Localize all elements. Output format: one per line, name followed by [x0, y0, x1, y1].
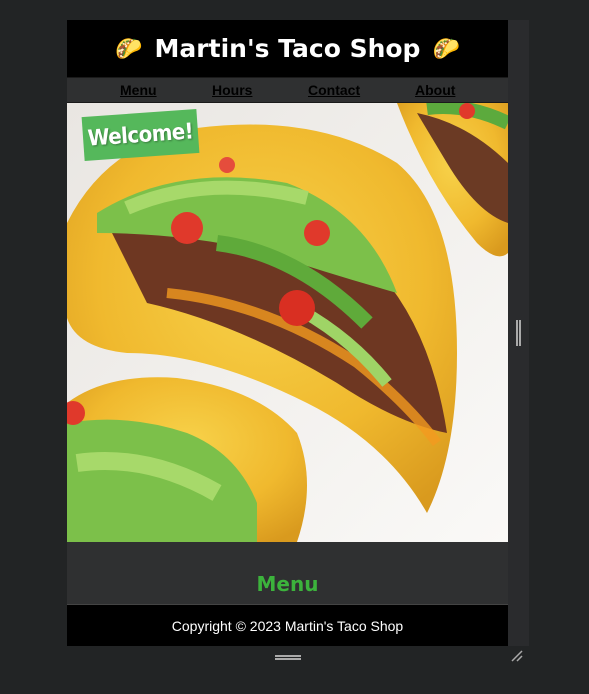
- site-header: 🌮 Martin's Taco Shop 🌮: [67, 20, 508, 77]
- tacos-photo: [67, 103, 508, 542]
- taco-icon: 🌮: [432, 35, 460, 61]
- menu-section: Menu: [67, 542, 508, 604]
- site-footer: Copyright © 2023 Martin's Taco Shop: [67, 604, 508, 646]
- hero-image: Welcome!: [67, 103, 508, 542]
- taco-icon: 🌮: [115, 35, 143, 61]
- site-title: Martin's Taco Shop: [154, 34, 421, 63]
- horizontal-resize-handle[interactable]: [275, 655, 301, 660]
- copyright-text: Copyright © 2023 Martin's Taco Shop: [171, 617, 404, 634]
- welcome-badge: Welcome!: [81, 109, 200, 161]
- nav-link-hours[interactable]: Hours: [212, 82, 252, 98]
- page: 🌮 Martin's Taco Shop 🌮 Menu Hours Contac…: [67, 20, 508, 646]
- nav-link-contact[interactable]: Contact: [308, 82, 360, 98]
- main-nav: Menu Hours Contact About: [67, 77, 508, 103]
- vertical-resize-handle[interactable]: [516, 320, 521, 346]
- menu-heading: Menu: [256, 572, 319, 596]
- nav-link-menu[interactable]: Menu: [120, 82, 157, 98]
- nav-link-about[interactable]: About: [415, 82, 455, 98]
- resize-corner-icon[interactable]: [510, 649, 524, 663]
